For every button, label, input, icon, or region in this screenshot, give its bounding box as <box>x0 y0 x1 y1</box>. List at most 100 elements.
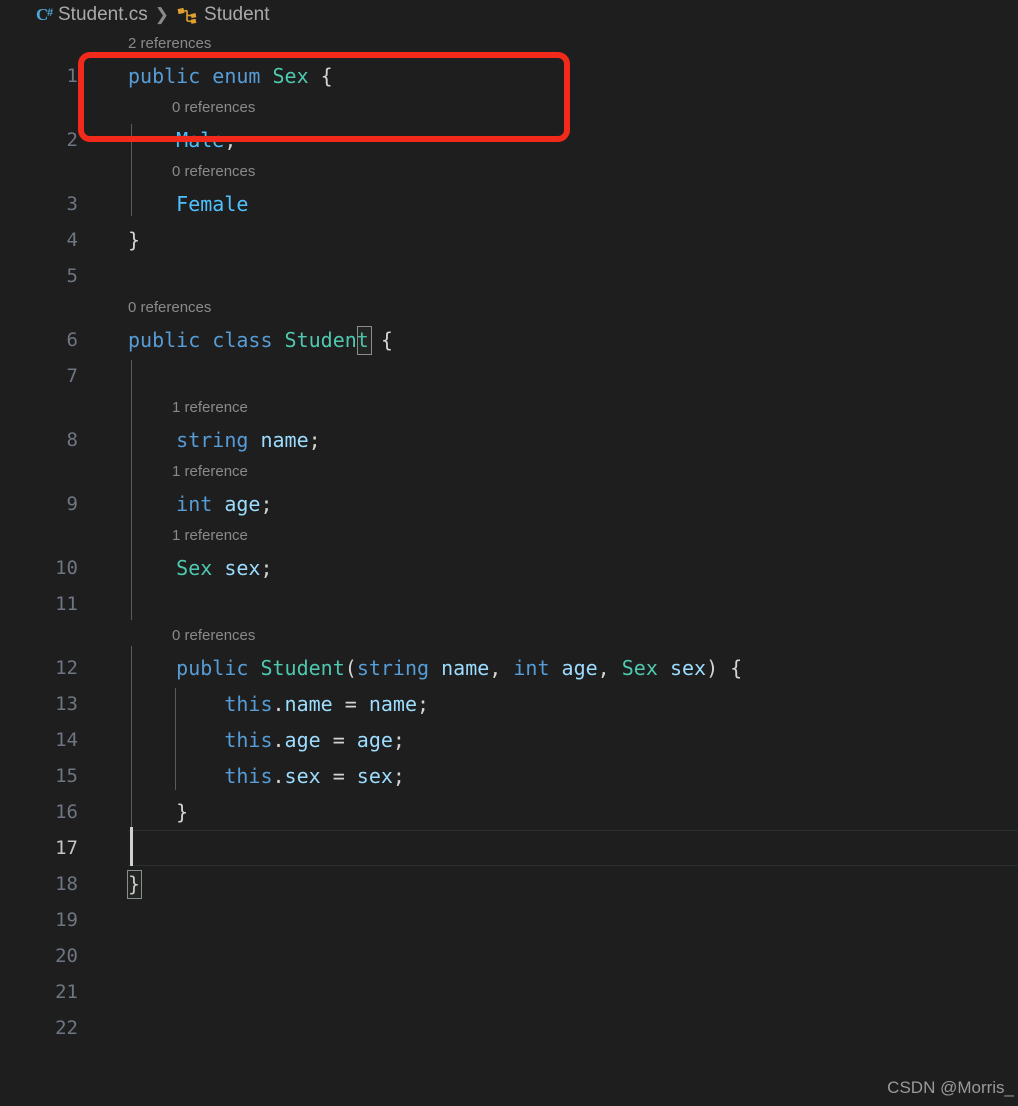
code-text[interactable]: } <box>128 794 188 830</box>
code-line[interactable]: 10 Sex sex; <box>0 550 1018 586</box>
line-number[interactable]: 6 <box>0 322 78 358</box>
codelens-references[interactable]: 2 references <box>128 31 211 57</box>
code-line[interactable]: 12 public Student(string name, int age, … <box>0 650 1018 686</box>
line-number[interactable]: 2 <box>0 122 78 158</box>
code-text[interactable]: public enum Sex { <box>128 58 333 94</box>
code-line[interactable]: 17 <box>0 830 1018 866</box>
line-number[interactable]: 12 <box>0 650 78 686</box>
code-token: age <box>561 656 598 680</box>
line-number[interactable]: 13 <box>0 686 78 722</box>
code-line[interactable]: 1 public enum Sex { <box>0 58 1018 94</box>
active-line-highlight <box>128 830 1018 866</box>
code-text[interactable]: this.sex = sex; <box>128 758 405 794</box>
line-number[interactable]: 20 <box>0 938 78 974</box>
codelens-references[interactable]: 1 reference <box>172 395 248 421</box>
code-token: ( <box>344 656 357 680</box>
line-number[interactable]: 11 <box>0 586 78 622</box>
line-number[interactable]: 1 <box>0 58 78 94</box>
line-number[interactable]: 17 <box>0 830 78 866</box>
code-line[interactable]: 20 <box>0 938 1018 974</box>
codelens-references[interactable]: 0 references <box>128 295 211 321</box>
line-number[interactable]: 22 <box>0 1010 78 1046</box>
code-text[interactable]: public Student(string name, int age, Sex… <box>128 650 742 686</box>
code-token: sex <box>284 764 321 788</box>
code-text[interactable]: } <box>128 222 140 258</box>
code-line[interactable]: 3 Female <box>0 186 1018 222</box>
code-line[interactable]: 15 this.sex = sex; <box>0 758 1018 794</box>
code-token: name <box>441 656 490 680</box>
code-token: name <box>368 692 418 716</box>
codelens-references[interactable]: 1 reference <box>172 459 248 485</box>
code-token: . <box>272 728 285 752</box>
indent-guide <box>131 124 132 216</box>
line-number[interactable]: 4 <box>0 222 78 258</box>
code-line[interactable]: 7 <box>0 358 1018 394</box>
line-number[interactable]: 3 <box>0 186 78 222</box>
code-token: = <box>320 728 357 752</box>
code-token: age <box>356 728 393 752</box>
code-text[interactable]: this.age = age; <box>128 722 405 758</box>
code-line[interactable]: 4} <box>0 222 1018 258</box>
code-token: enum <box>212 64 273 88</box>
code-token: } <box>176 800 189 824</box>
line-number[interactable]: 19 <box>0 902 78 938</box>
line-number[interactable]: 21 <box>0 974 78 1010</box>
codelens-references[interactable]: 0 references <box>172 623 255 649</box>
code-token: public <box>176 656 261 680</box>
codelens-references[interactable]: 1 reference <box>172 523 248 549</box>
code-token: , <box>489 656 514 680</box>
code-token: ; <box>308 428 321 452</box>
code-text[interactable]: Male, <box>128 122 236 158</box>
code-line[interactable]: 21 <box>0 974 1018 1010</box>
line-number[interactable]: 14 <box>0 722 78 758</box>
code-token: Sex <box>272 64 309 88</box>
code-line[interactable]: 9 int age; <box>0 486 1018 522</box>
code-token: = <box>332 692 369 716</box>
code-text[interactable]: this.name = name; <box>128 686 429 722</box>
code-editor[interactable]: 2 references 1 public enum Sex {0 referenc… <box>0 30 1018 1106</box>
code-token: ) { <box>706 656 743 680</box>
code-text[interactable]: Female <box>128 186 248 222</box>
line-number[interactable]: 18 <box>0 866 78 902</box>
code-line[interactable]: 14 this.age = age; <box>0 722 1018 758</box>
breadcrumb-symbol-name[interactable]: Student <box>204 4 270 26</box>
breadcrumb-separator-icon: ❯ <box>154 5 170 24</box>
breadcrumb-file-name[interactable]: Student.cs <box>58 4 148 26</box>
code-line[interactable]: 8 string name; <box>0 422 1018 458</box>
code-text[interactable]: string name; <box>128 422 321 458</box>
code-token: string <box>176 428 249 452</box>
code-line[interactable]: 19 <box>0 902 1018 938</box>
codelens-references[interactable]: 0 references <box>172 95 255 121</box>
text-cursor <box>130 827 133 866</box>
code-token: ; <box>260 556 273 580</box>
code-token: { <box>368 328 393 352</box>
line-number[interactable]: 9 <box>0 486 78 522</box>
line-number[interactable]: 16 <box>0 794 78 830</box>
code-line[interactable]: 13 this.name = name; <box>0 686 1018 722</box>
code-line[interactable]: 11 <box>0 586 1018 622</box>
line-number[interactable]: 10 <box>0 550 78 586</box>
code-line[interactable]: 2 Male, <box>0 122 1018 158</box>
code-line[interactable]: 5 <box>0 258 1018 294</box>
line-number[interactable]: 5 <box>0 258 78 294</box>
codelens-references[interactable]: 0 references <box>172 159 255 185</box>
code-line[interactable]: 22 <box>0 1010 1018 1046</box>
code-token: { <box>308 64 333 88</box>
code-text[interactable]: Sex sex; <box>128 550 273 586</box>
code-token: , <box>224 128 237 152</box>
code-text[interactable]: int age; <box>128 486 272 522</box>
code-line[interactable]: 16 } <box>0 794 1018 830</box>
code-line[interactable]: 6 public class Student { <box>0 322 1018 358</box>
code-text[interactable]: public class Student { <box>128 322 393 358</box>
code-line[interactable]: 18} <box>0 866 1018 902</box>
code-token: age <box>224 492 261 516</box>
code-token: Male <box>176 128 225 152</box>
line-number[interactable]: 15 <box>0 758 78 794</box>
line-number[interactable]: 8 <box>0 422 78 458</box>
line-number[interactable]: 7 <box>0 358 78 394</box>
code-token: ; <box>417 692 430 716</box>
